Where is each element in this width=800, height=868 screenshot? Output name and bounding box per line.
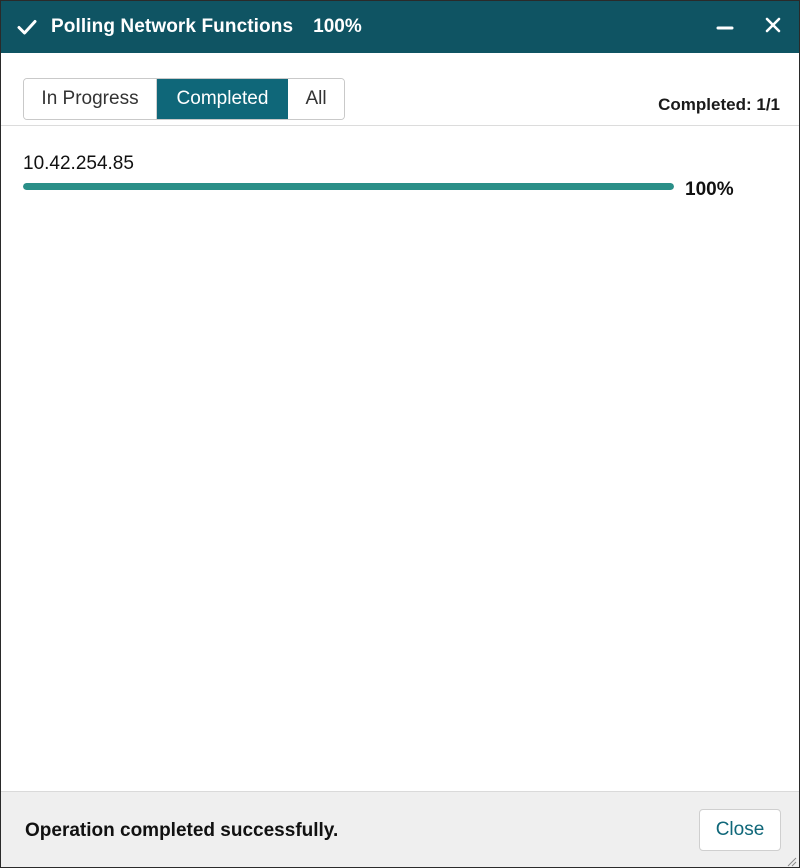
minimize-button[interactable] xyxy=(711,13,739,41)
dialog-title: Polling Network Functions xyxy=(51,16,294,37)
close-icon xyxy=(764,16,782,39)
completion-summary: Completed: 1/1 xyxy=(658,95,780,114)
task-percent: 100% xyxy=(685,179,734,200)
status-message: Operation completed successfully. xyxy=(25,820,339,841)
tab-completed[interactable]: Completed xyxy=(157,79,288,119)
close-button[interactable]: Close xyxy=(699,809,781,851)
task-progress-fill xyxy=(23,183,674,190)
close-window-button[interactable] xyxy=(759,13,787,41)
divider xyxy=(1,125,799,126)
dialog-titlebar: Polling Network Functions 100% xyxy=(1,1,799,53)
tab-in-progress[interactable]: In Progress xyxy=(24,79,157,119)
task-progress-bar xyxy=(23,183,674,190)
task-name: 10.42.254.85 xyxy=(23,153,134,174)
checkmark-icon xyxy=(17,17,37,37)
task-row: 10.42.254.85 100% xyxy=(23,151,763,211)
dialog-footer: Operation completed successfully. Close xyxy=(1,791,799,867)
filter-tabs: In Progress Completed All xyxy=(23,78,345,120)
progress-dialog: Polling Network Functions 100% In Progre… xyxy=(0,0,800,868)
dialog-title-percent: 100% xyxy=(313,16,362,37)
tab-all[interactable]: All xyxy=(288,79,344,119)
minimize-icon xyxy=(716,16,734,39)
resize-grip-icon[interactable] xyxy=(785,854,797,867)
